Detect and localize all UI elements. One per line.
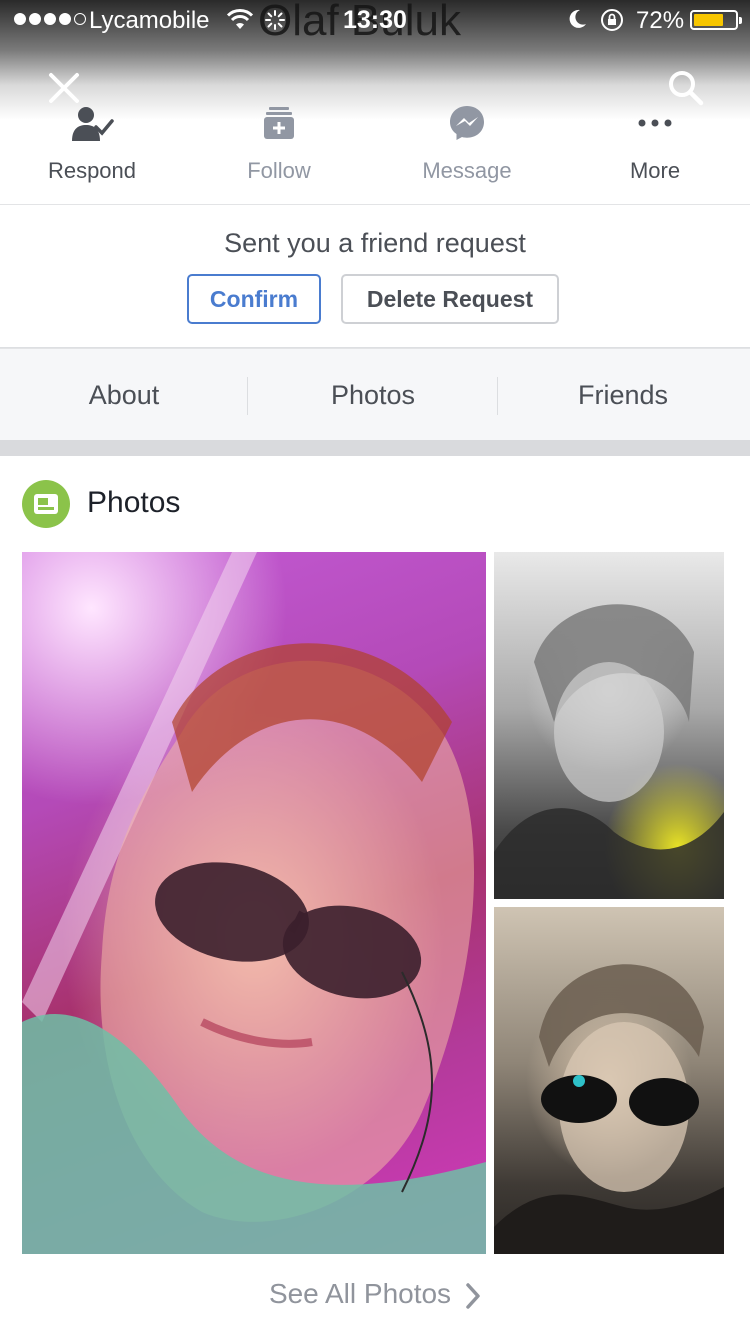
tab-divider	[247, 377, 248, 415]
photos-section-title: Photos	[87, 486, 181, 519]
section-separator	[0, 440, 750, 456]
photos-section: Photos See All Photos	[0, 456, 750, 1334]
battery-icon	[690, 10, 742, 30]
chevron-right-icon	[466, 1282, 480, 1309]
more-dots-icon	[638, 119, 672, 126]
wifi-icon	[227, 9, 253, 29]
rotation-lock-icon	[601, 9, 623, 31]
see-all-photos-label: See All Photos	[268, 1278, 452, 1309]
profile-header: Lycamobile Olaf Buluk 13:30 72% Respond …	[0, 0, 750, 205]
confirm-button[interactable]: Confirm	[187, 274, 321, 324]
more-button[interactable]: More	[575, 95, 735, 195]
profile-action-row: Respond Follow Message More	[0, 95, 750, 195]
photo-portrait-bw	[494, 604, 724, 899]
do-not-disturb-icon	[569, 9, 586, 28]
follow-icon	[264, 106, 294, 139]
tab-about[interactable]: About	[0, 349, 248, 441]
message-button[interactable]: Message	[387, 95, 547, 195]
message-label: Message	[422, 158, 512, 183]
photo-thumbnail[interactable]	[494, 552, 724, 899]
signal-strength-icon	[14, 13, 86, 25]
carrier-name: Lycamobile	[89, 7, 210, 34]
clock: 13:30	[343, 6, 407, 34]
friend-request-text: Sent you a friend request	[224, 228, 526, 258]
respond-button[interactable]: Respond	[12, 95, 172, 195]
photo-portrait-sunglasses	[494, 964, 724, 1254]
status-bar: Lycamobile Olaf Buluk 13:30 72%	[0, 0, 750, 45]
tab-friends[interactable]: Friends	[499, 349, 747, 441]
friend-request-panel: Sent you a friend request Confirm Delete…	[0, 206, 750, 348]
photo-selfie-sunglasses	[22, 552, 486, 1254]
follow-label: Follow	[247, 158, 311, 183]
more-label: More	[629, 158, 681, 183]
photos-section-icon	[22, 480, 70, 528]
respond-label: Respond	[47, 158, 137, 183]
respond-friend-icon	[72, 106, 114, 141]
follow-button[interactable]: Follow	[199, 95, 359, 195]
photo-thumbnail[interactable]	[494, 907, 724, 1254]
delete-request-button[interactable]: Delete Request	[341, 274, 559, 324]
photo-thumbnail[interactable]	[22, 552, 486, 1254]
messenger-icon	[450, 105, 484, 140]
tab-divider	[497, 377, 498, 415]
activity-spinner-icon	[265, 10, 285, 30]
see-all-photos-link[interactable]: See All Photos	[0, 1278, 750, 1310]
battery-percent: 72%	[636, 7, 685, 34]
tab-photos[interactable]: Photos	[249, 349, 497, 441]
profile-tabs: About Photos Friends	[0, 348, 750, 440]
